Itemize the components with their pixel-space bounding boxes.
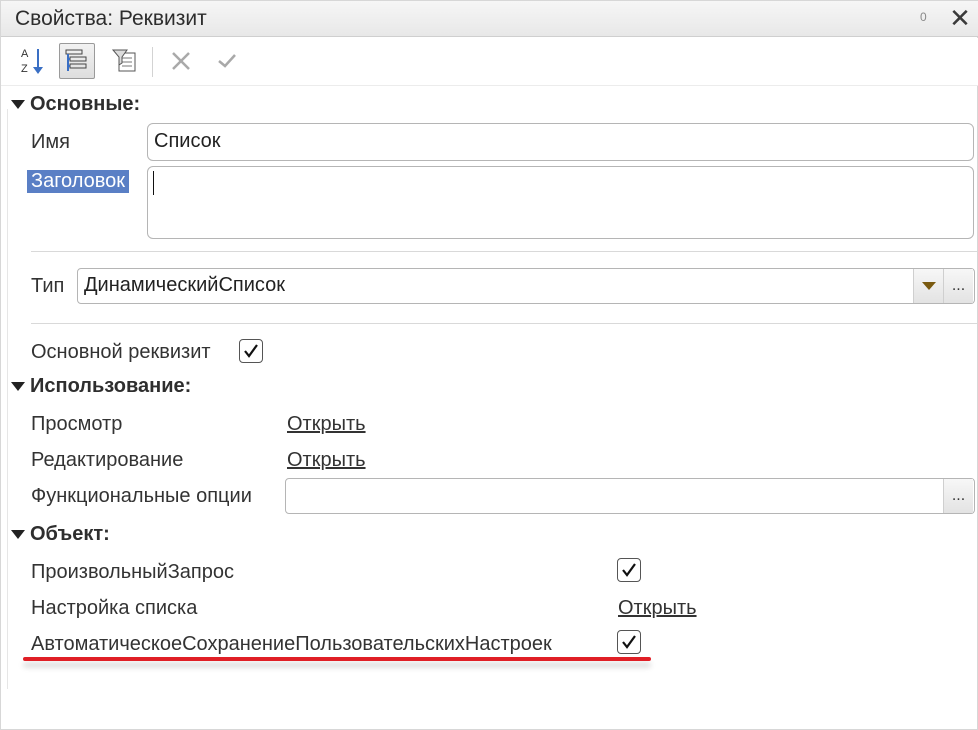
main-attribute-label: Основной реквизит	[31, 341, 211, 363]
name-label: Имя	[31, 131, 70, 153]
apply-button[interactable]	[209, 43, 245, 79]
collapse-triangle-icon[interactable]	[11, 382, 25, 391]
sort-az-icon: A Z	[21, 48, 43, 75]
type-combobox[interactable]: ДинамическийСписок	[77, 268, 975, 304]
close-button[interactable]: ✕	[945, 3, 975, 33]
checkmark-icon	[622, 635, 636, 649]
list-settings-label: Настройка списка	[31, 597, 198, 619]
type-label: Тип	[31, 275, 65, 297]
left-guide-line	[7, 109, 8, 689]
caption-textarea[interactable]	[147, 166, 974, 239]
toolbar: A Z	[1, 38, 978, 86]
pin-icon[interactable]: 0	[920, 10, 927, 24]
edit-label: Редактирование	[31, 449, 184, 471]
section-object-title: Объект:	[30, 523, 110, 545]
type-value: ДинамическийСписок	[84, 274, 285, 296]
sort-az-button[interactable]: A Z	[15, 43, 51, 79]
categories-button[interactable]	[59, 43, 95, 79]
section-object-header[interactable]: Объект:	[11, 523, 110, 546]
categories-icon	[65, 49, 87, 71]
section-usage-title: Использование:	[30, 375, 192, 397]
type-dropdown-button[interactable]	[913, 269, 943, 303]
cancel-icon	[172, 52, 190, 70]
text-caret	[153, 171, 154, 195]
checkmark-icon	[622, 563, 636, 577]
name-input[interactable]: Список	[147, 123, 974, 161]
divider	[31, 323, 977, 324]
toolbar-separator	[152, 47, 153, 77]
ellipsis-icon: ...	[951, 487, 966, 504]
section-usage-header[interactable]: Использование:	[11, 375, 191, 398]
filter-icon	[111, 49, 136, 72]
functional-options-select-button[interactable]: ...	[943, 479, 973, 513]
divider	[31, 251, 977, 252]
autosave-settings-checkbox[interactable]	[617, 630, 641, 654]
autosave-settings-label: АвтоматическоеСохранениеПользовательских…	[31, 633, 552, 655]
functional-options-label: Функциональные опции	[31, 485, 252, 507]
custom-query-label: ПроизвольныйЗапрос	[31, 561, 235, 583]
checkmark-icon	[244, 344, 258, 358]
section-main-header[interactable]: Основные:	[11, 93, 140, 116]
view-label: Просмотр	[31, 413, 123, 435]
functional-options-input[interactable]	[285, 478, 975, 514]
dropdown-arrow-icon	[921, 282, 936, 290]
type-select-button[interactable]: ...	[943, 269, 973, 303]
caption-label: Заголовок	[27, 170, 130, 193]
svg-text:A: A	[21, 48, 29, 60]
window-title: Свойства: Реквизит	[15, 7, 207, 30]
collapse-triangle-icon[interactable]	[11, 530, 25, 539]
filter-button[interactable]	[107, 43, 143, 79]
ellipsis-icon: ...	[951, 277, 966, 294]
checkmark-icon	[218, 54, 236, 68]
cancel-button[interactable]	[163, 43, 199, 79]
properties-window: Свойства: Реквизит 0 ✕ A Z Основные: Имя…	[0, 0, 978, 730]
title-bar: Свойства: Реквизит 0 ✕	[1, 1, 978, 37]
custom-query-checkbox[interactable]	[617, 558, 641, 582]
highlight-underline	[23, 657, 651, 661]
edit-open-link[interactable]: Открыть	[287, 449, 366, 472]
view-open-link[interactable]: Открыть	[287, 413, 366, 436]
list-settings-open-link[interactable]: Открыть	[618, 597, 697, 620]
collapse-triangle-icon[interactable]	[11, 100, 25, 109]
main-attribute-checkbox[interactable]	[239, 339, 263, 363]
section-main-title: Основные:	[30, 93, 141, 115]
svg-text:Z: Z	[21, 63, 28, 75]
